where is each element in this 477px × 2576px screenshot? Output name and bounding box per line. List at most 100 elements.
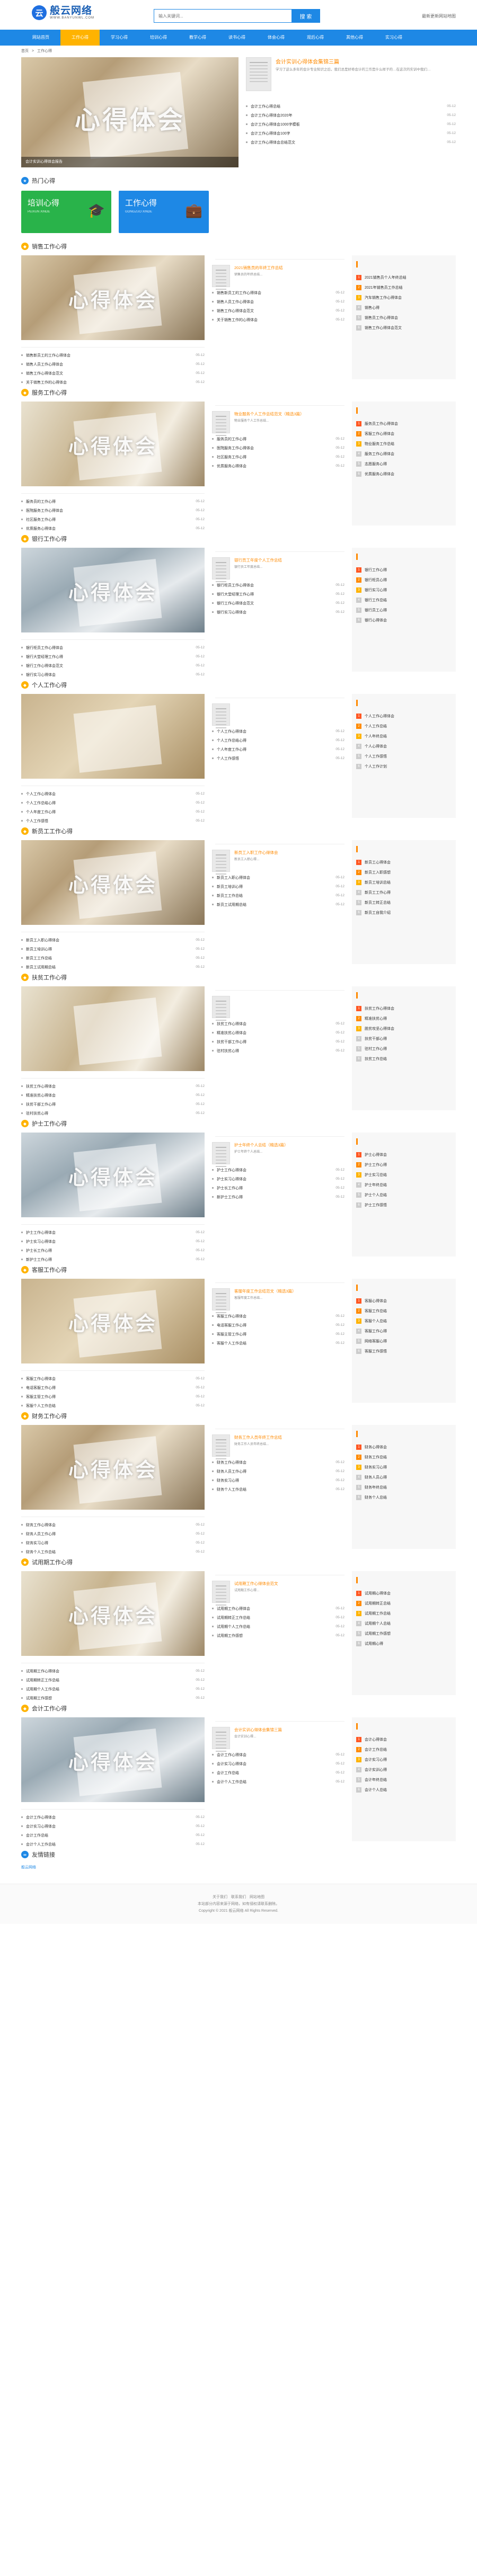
section-image[interactable]: 心得体会 [21,1279,205,1363]
list-item[interactable]: 银行实习心得体会 05-12 [21,670,205,679]
item-title[interactable]: 银行大堂经理工作心得 [217,592,332,597]
item-title[interactable]: 试用期个人工作总结 [217,1624,332,1629]
item-title[interactable]: 新员工入职心得体会 [26,938,192,943]
section-title[interactable]: 护士工作心得 [32,1119,67,1128]
list-item[interactable]: 银行大堂经理工作心得 05-12 [21,652,205,661]
list-item[interactable]: 护士实习心得体会 05-12 [21,1237,205,1246]
list-item[interactable]: 新员工培训心得 05-12 [21,944,205,953]
rank-item[interactable]: 5 银行员工心得 [356,605,452,615]
rank-title[interactable]: 试用期工作感想 [365,1631,391,1636]
rank-item[interactable]: 3 银行实习心得 [356,585,452,595]
list-item[interactable]: 关于销售工作的心得体会 05-12 [21,378,205,387]
list-item[interactable]: 新员工入职心得体会 05-12 [212,873,344,882]
rank-item[interactable]: 2 财务工作总结 [356,1452,452,1462]
item-title[interactable]: 新员工入职心得体会 [217,875,332,880]
rank-title[interactable]: 财务实习心得 [365,1465,387,1470]
nav-item[interactable]: 其他心得 [335,30,374,46]
rank-title[interactable]: 物业服务工作总结 [365,441,394,447]
rank-item[interactable]: 1 银行工作心得 [356,565,452,575]
list-item[interactable]: 会计个人工作总结 05-12 [21,1840,205,1849]
list-item[interactable]: 客服个人工作总结 05-12 [21,1401,205,1410]
list-item[interactable]: 个人年度工作心得 05-12 [21,807,205,816]
rank-title[interactable]: 志愿服务心得 [365,461,387,467]
list-item[interactable]: 客服个人工作总结 05-12 [212,1339,344,1348]
rank-item[interactable]: 1 财务心得体会 [356,1442,452,1452]
list-item[interactable]: 财务工作心得体会 05-12 [212,1458,344,1467]
friend-link[interactable]: 般云网络 [21,1866,36,1869]
rank-item[interactable]: 6 客服工作感悟 [356,1346,452,1356]
rank-title[interactable]: 会计心得体会 [365,1737,387,1742]
rank-title[interactable]: 新员工工作心得 [365,890,391,895]
item-title[interactable]: 会计实习心得体会 [26,1824,192,1829]
item-title[interactable]: 会计实习心得体会 [217,1761,332,1767]
section-feature[interactable] [212,996,344,1019]
list-item[interactable]: 护士工作心得体会 05-12 [212,1165,344,1174]
section-image[interactable] [21,986,205,1071]
item-title[interactable]: 财务人员工作心得 [217,1469,332,1474]
list-item[interactable]: 销售人员工作心得体会 05-12 [212,297,344,306]
rank-title[interactable]: 护士年终总结 [365,1182,387,1188]
list-item[interactable]: 银行工作心得体会范文 05-12 [212,599,344,608]
item-title[interactable]: 服务员的工作心得 [26,499,192,504]
list-item[interactable]: 销售人员工作心得体会 05-12 [21,360,205,369]
list-item[interactable]: 客服工作心得体会 05-12 [21,1374,205,1383]
rank-item[interactable]: 5 财务年终总结 [356,1482,452,1492]
rank-title[interactable]: 银行工作心得 [365,567,387,573]
item-title[interactable]: 优质服务心得体会 [26,526,192,531]
list-item[interactable]: 会计工作心得体会 05-12 [21,1813,205,1822]
rank-item[interactable]: 3 个人年终总结 [356,731,452,741]
rank-title[interactable]: 销售心得 [365,305,379,310]
list-item[interactable]: 财务人员工作心得 05-12 [21,1529,205,1538]
feature-title[interactable]: 护士年终个人总结（精选3篇） [234,1142,344,1148]
rank-item[interactable]: 4 会计实训心得 [356,1764,452,1775]
top-right-links[interactable]: 最新更新网站地图 [422,13,456,19]
rank-item[interactable]: 2 试用期转正总结 [356,1598,452,1608]
item-title[interactable]: 客服主管工作心得 [26,1394,192,1400]
list-item[interactable]: 新护士工作心得 05-12 [212,1192,344,1201]
list-item[interactable]: 优质服务心得体会 05-12 [21,524,205,533]
rank-title[interactable]: 财务心得体会 [365,1445,387,1450]
rank-title[interactable]: 护士实习总结 [365,1172,387,1178]
rank-item[interactable]: 4 客服工作心得 [356,1326,452,1336]
rank-title[interactable]: 会计实训心得 [365,1767,387,1772]
feature-title[interactable]: 银行员工年度个人工作总结 [234,557,344,563]
item-title[interactable]: 扶贫干部工作心得 [26,1102,192,1107]
list-item[interactable]: 社区服务工作心得 05-12 [21,515,205,524]
section-title[interactable]: 销售工作心得 [32,242,67,251]
list-item[interactable]: 财务人员工作心得 05-12 [212,1467,344,1476]
list-item[interactable]: 扶贫工作心得体会 05-12 [21,1082,205,1091]
section-title[interactable]: 会计工作心得 [32,1704,67,1713]
list-item[interactable]: 电话客服工作心得 05-12 [212,1321,344,1330]
rank-title[interactable]: 银行实习心得 [365,587,387,593]
list-item[interactable]: 销售工作心得体会范文 05-12 [21,369,205,378]
rank-title[interactable]: 财务个人总结 [365,1495,387,1500]
feature-title[interactable]: 试用期工作心得体会范文 [234,1581,344,1586]
rank-item[interactable]: 6 财务个人总结 [356,1492,452,1502]
list-item[interactable]: 优质服务心得体会 05-12 [212,461,344,470]
rank-title[interactable]: 银行工作总结 [365,598,387,603]
nav-item[interactable]: 工作心得 [60,30,100,46]
rank-title[interactable]: 汽车销售工作心得体会 [365,295,402,300]
rank-item[interactable]: 1 2021销售员个人年终总结 [356,272,452,282]
item-title[interactable]: 医院服务工作心得体会 [217,445,332,451]
list-item[interactable]: 会计工作心得体会1000字模板 05-12 [246,120,456,129]
list-item[interactable]: 会计工作总结 05-12 [212,1768,344,1777]
rank-title[interactable]: 个人工作感悟 [365,754,387,759]
section-image[interactable]: 心得体会 [21,1133,205,1217]
list-item[interactable]: 会计工作心得体会100字 05-12 [246,129,456,138]
rank-title[interactable]: 个人心得体会 [365,744,387,749]
rank-title[interactable]: 财务人员心得 [365,1475,387,1480]
nav-item[interactable]: 网站首页 [21,30,60,46]
list-item[interactable]: 会计实习心得体会 05-12 [212,1759,344,1768]
item-title[interactable]: 护士长工作心得 [217,1186,332,1191]
section-image[interactable]: 心得体会 [21,548,205,632]
list-item[interactable]: 客服工作心得体会 05-12 [212,1312,344,1321]
item-title[interactable]: 试用期个人工作总结 [26,1687,192,1692]
item-title[interactable]: 会计工作心得总结 [251,104,444,109]
list-item[interactable]: 银行工作心得体会范文 05-12 [21,661,205,670]
section-title[interactable]: 财务工作心得 [32,1412,67,1420]
list-item[interactable]: 财务工作心得体会 05-12 [21,1520,205,1529]
list-item[interactable]: 试用期工作感想 05-12 [212,1631,344,1640]
list-item[interactable]: 精准扶贫心得体会 05-12 [21,1091,205,1100]
rank-item[interactable]: 1 客服心得体会 [356,1296,452,1306]
